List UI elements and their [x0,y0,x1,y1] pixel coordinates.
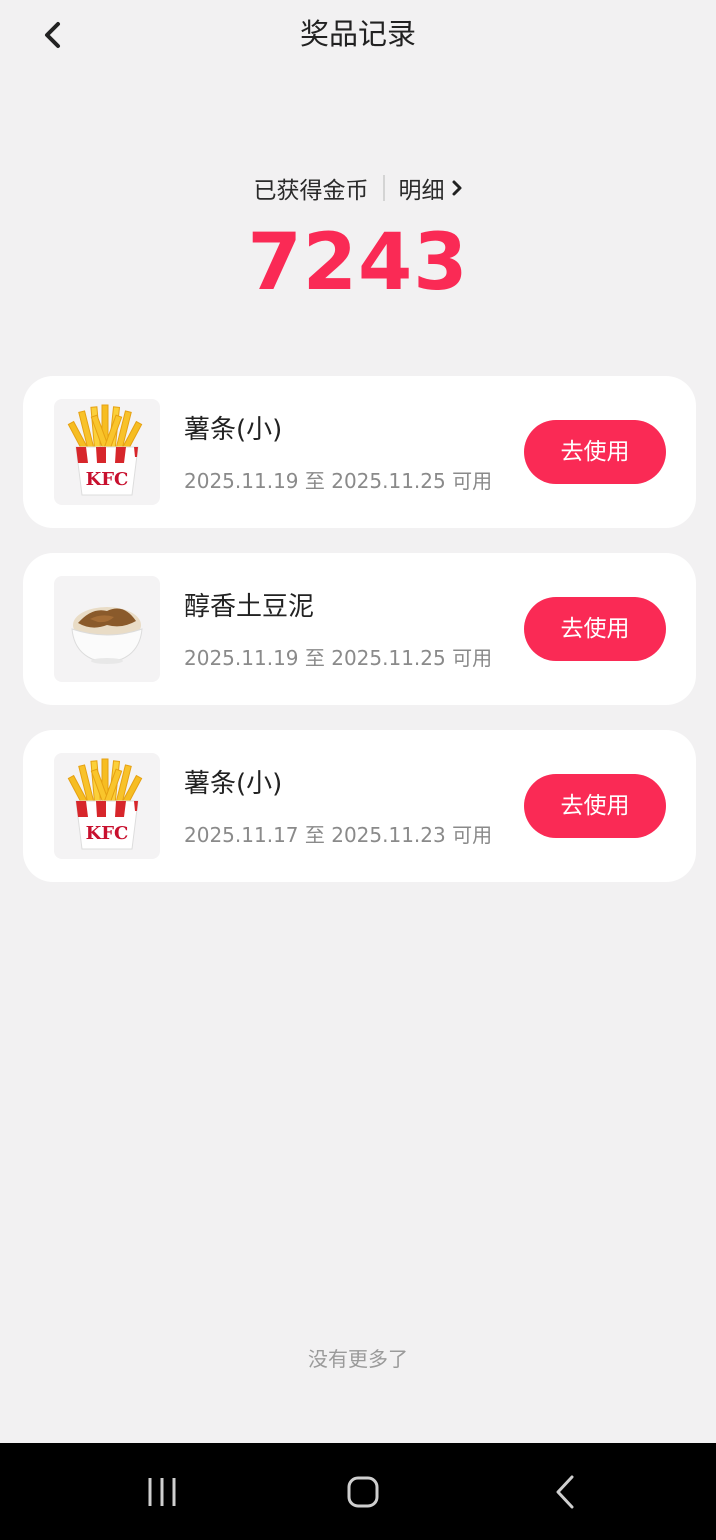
prize-name: 薯条(小) [184,415,283,445]
end-of-list-note: 没有更多了 [308,1347,408,1371]
svg-text:KFC: KFC [86,469,129,490]
home-button[interactable] [338,1471,388,1513]
system-back-button[interactable] [540,1471,590,1513]
coins-summary: 已获得金币 明细 7243 [0,168,716,308]
prize-card: 醇香土豆泥 2025.11.19 至 2025.11.25 可用 去使用 [23,553,696,705]
recents-button[interactable] [137,1471,187,1513]
prize-records-page: 奖品记录 已获得金币 明细 7243 KFC 薯条(小) 2025.11.19 … [0,0,716,1540]
divider [382,175,385,201]
header: 奖品记录 [0,0,716,70]
system-nav-bar [0,1443,716,1540]
page-title: 奖品记录 [299,17,416,51]
svg-text:KFC: KFC [86,823,129,844]
prize-name: 薯条(小) [184,769,283,799]
prize-card: KFC 薯条(小) 2025.11.19 至 2025.11.25 可用 去使用 [23,376,696,528]
use-button[interactable]: 去使用 [524,597,666,661]
prize-validity: 2025.11.19 至 2025.11.25 可用 [184,646,493,670]
details-label: 明细 [398,178,445,204]
home-icon [347,1476,379,1508]
use-button[interactable]: 去使用 [524,420,666,484]
use-button[interactable]: 去使用 [524,774,666,838]
chevron-right-icon [452,180,461,196]
prize-validity: 2025.11.17 至 2025.11.23 可用 [184,823,493,847]
prize-list: KFC 薯条(小) 2025.11.19 至 2025.11.25 可用 去使用… [23,376,696,907]
prize-name: 醇香土豆泥 [184,592,315,622]
kfc-fries-image: KFC [54,399,160,505]
coins-label: 已获得金币 [253,178,369,204]
coins-value: 7243 [247,218,469,308]
back-icon [556,1475,574,1509]
kfc-fries-image: KFC [54,753,160,859]
prize-card: KFC 薯条(小) 2025.11.17 至 2025.11.23 可用 去使用 [23,730,696,882]
prize-validity: 2025.11.19 至 2025.11.25 可用 [184,469,493,493]
details-link[interactable]: 明细 [399,171,463,205]
recents-icon [148,1478,176,1506]
mashed-potato-image [54,576,160,682]
